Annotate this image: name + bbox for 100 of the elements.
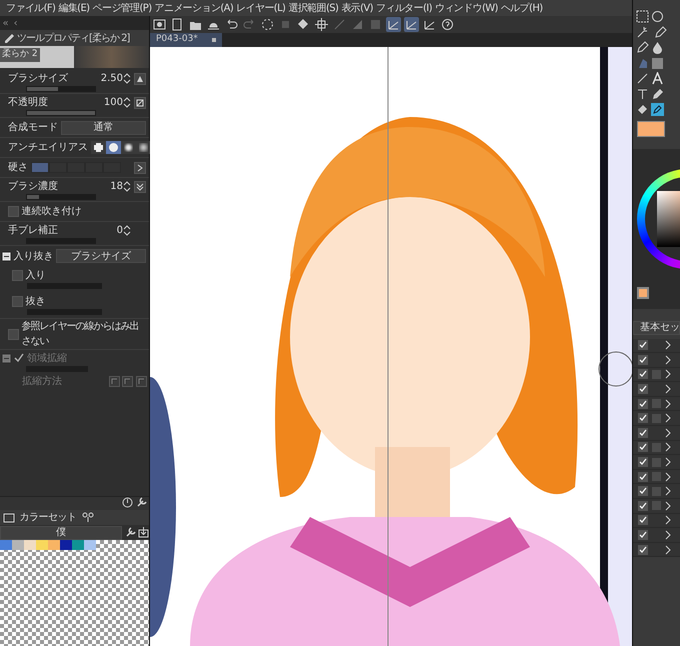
- chevron-icon[interactable]: [665, 515, 671, 526]
- close-icon[interactable]: [212, 38, 216, 42]
- slider-track[interactable]: [26, 86, 96, 92]
- snap-button[interactable]: [386, 17, 401, 32]
- antialias-option[interactable]: [106, 141, 120, 154]
- pen-tool-icon[interactable]: [651, 103, 664, 116]
- chevron-icon[interactable]: [665, 413, 671, 424]
- selection-icon[interactable]: [636, 10, 648, 23]
- visibility-checkbox[interactable]: [638, 428, 648, 438]
- layer-row[interactable]: [633, 368, 680, 382]
- layer-row[interactable]: [633, 499, 680, 514]
- menu-item[interactable]: 編集(E): [58, 0, 90, 16]
- visibility-checkbox[interactable]: [638, 544, 648, 555]
- layer-row[interactable]: [633, 455, 680, 470]
- visibility-checkbox[interactable]: [638, 340, 648, 350]
- canvas-icon[interactable]: [153, 18, 166, 31]
- chevron-icon[interactable]: [665, 544, 671, 555]
- toggle-square[interactable]: [652, 486, 661, 496]
- visibility-checkbox[interactable]: [638, 515, 648, 526]
- menu-item[interactable]: レイヤー(L): [236, 0, 286, 16]
- document-tab[interactable]: P043-03*: [150, 33, 222, 47]
- layer-row[interactable]: [633, 396, 680, 412]
- layer-row[interactable]: [633, 484, 680, 500]
- current-color[interactable]: [637, 286, 649, 298]
- color-swatch[interactable]: [48, 540, 60, 550]
- lasso-icon[interactable]: [651, 10, 664, 23]
- pen-icon[interactable]: [654, 26, 666, 38]
- toggle-square[interactable]: [652, 458, 661, 467]
- visibility-checkbox[interactable]: [638, 472, 648, 482]
- visibility-checkbox[interactable]: [638, 442, 648, 452]
- menu-item[interactable]: ウィンドウ(W): [434, 0, 498, 16]
- layer-row[interactable]: [633, 528, 680, 543]
- magic-wand-icon[interactable]: [636, 26, 648, 38]
- reset-icon[interactable]: [122, 497, 133, 508]
- color-swatch[interactable]: [12, 540, 24, 550]
- toggle-square[interactable]: [652, 442, 661, 452]
- layer-row[interactable]: [633, 440, 680, 456]
- chevron-icon[interactable]: [665, 457, 671, 468]
- layer-row[interactable]: [633, 426, 680, 441]
- layer-row[interactable]: [633, 411, 680, 426]
- color-tab-icon[interactable]: [82, 512, 94, 524]
- pen-icon[interactable]: [651, 88, 664, 100]
- ruler-icon[interactable]: [636, 88, 648, 100]
- visibility-checkbox[interactable]: [638, 486, 648, 496]
- layer-row[interactable]: [633, 514, 680, 528]
- spinner-icon[interactable]: [123, 73, 131, 84]
- chevron-icon[interactable]: [665, 442, 671, 452]
- checkbox[interactable]: [8, 206, 19, 217]
- layer-row[interactable]: [633, 353, 680, 368]
- set-button[interactable]: 基本セッ: [633, 320, 680, 334]
- checkbox[interactable]: [12, 296, 23, 307]
- toggle-button[interactable]: [134, 180, 146, 192]
- color-swatch[interactable]: [36, 540, 48, 550]
- chevron-icon[interactable]: [665, 369, 671, 380]
- line-icon[interactable]: [636, 72, 648, 85]
- visibility-checkbox[interactable]: [638, 369, 648, 380]
- new-page-icon[interactable]: [171, 18, 184, 31]
- menu-item[interactable]: 選択範囲(S): [288, 0, 338, 16]
- slider-track[interactable]: [26, 238, 96, 244]
- chevron-icon[interactable]: [665, 428, 671, 438]
- chevron-icon[interactable]: [665, 354, 671, 365]
- visibility-checkbox[interactable]: [638, 398, 648, 409]
- visibility-checkbox[interactable]: [638, 354, 648, 365]
- antialias-option[interactable]: [90, 141, 106, 154]
- collapse-button[interactable]: ‹: [14, 16, 18, 30]
- chevron-icon[interactable]: [665, 384, 671, 394]
- snap-button[interactable]: [404, 17, 419, 32]
- layer-row[interactable]: [633, 382, 680, 397]
- menu-item[interactable]: ファイル(F): [6, 0, 56, 16]
- fill-icon[interactable]: [636, 103, 648, 116]
- download-icon[interactable]: [138, 527, 149, 538]
- visibility-checkbox[interactable]: [638, 500, 648, 511]
- color-swatch[interactable]: [72, 540, 84, 550]
- help-icon[interactable]: [441, 18, 454, 31]
- menu-item[interactable]: 表示(V): [341, 0, 373, 16]
- checkbox[interactable]: [8, 328, 19, 340]
- checkbox[interactable]: [12, 270, 23, 281]
- spinner-icon[interactable]: [123, 97, 131, 108]
- dropdown[interactable]: ブラシサイズ: [56, 249, 146, 263]
- main-color-swatch[interactable]: [637, 120, 665, 136]
- pen-icon[interactable]: [636, 41, 648, 54]
- fill-icon[interactable]: [297, 18, 310, 31]
- toggle-button[interactable]: [134, 72, 146, 84]
- layer-row[interactable]: [633, 470, 680, 484]
- toggle-button[interactable]: [134, 96, 146, 108]
- spinner-icon[interactable]: [123, 181, 131, 192]
- text-icon[interactable]: [651, 72, 664, 85]
- antialias-option[interactable]: [136, 141, 150, 154]
- visibility-checkbox[interactable]: [638, 384, 648, 394]
- menu-item[interactable]: アニメーション(A): [154, 0, 234, 16]
- scale-method-icon[interactable]: [136, 376, 146, 386]
- dotted-circle-icon[interactable]: [261, 18, 274, 31]
- toggle-square[interactable]: [652, 472, 661, 482]
- menu-item[interactable]: フィルター(I): [376, 0, 432, 16]
- visibility-checkbox[interactable]: [638, 413, 648, 424]
- toggle-square[interactable]: [652, 370, 661, 379]
- dropdown[interactable]: 通常: [60, 120, 146, 134]
- chevron-icon[interactable]: [665, 340, 671, 350]
- wrench-icon[interactable]: [136, 497, 146, 508]
- chevron-icon[interactable]: [665, 486, 671, 496]
